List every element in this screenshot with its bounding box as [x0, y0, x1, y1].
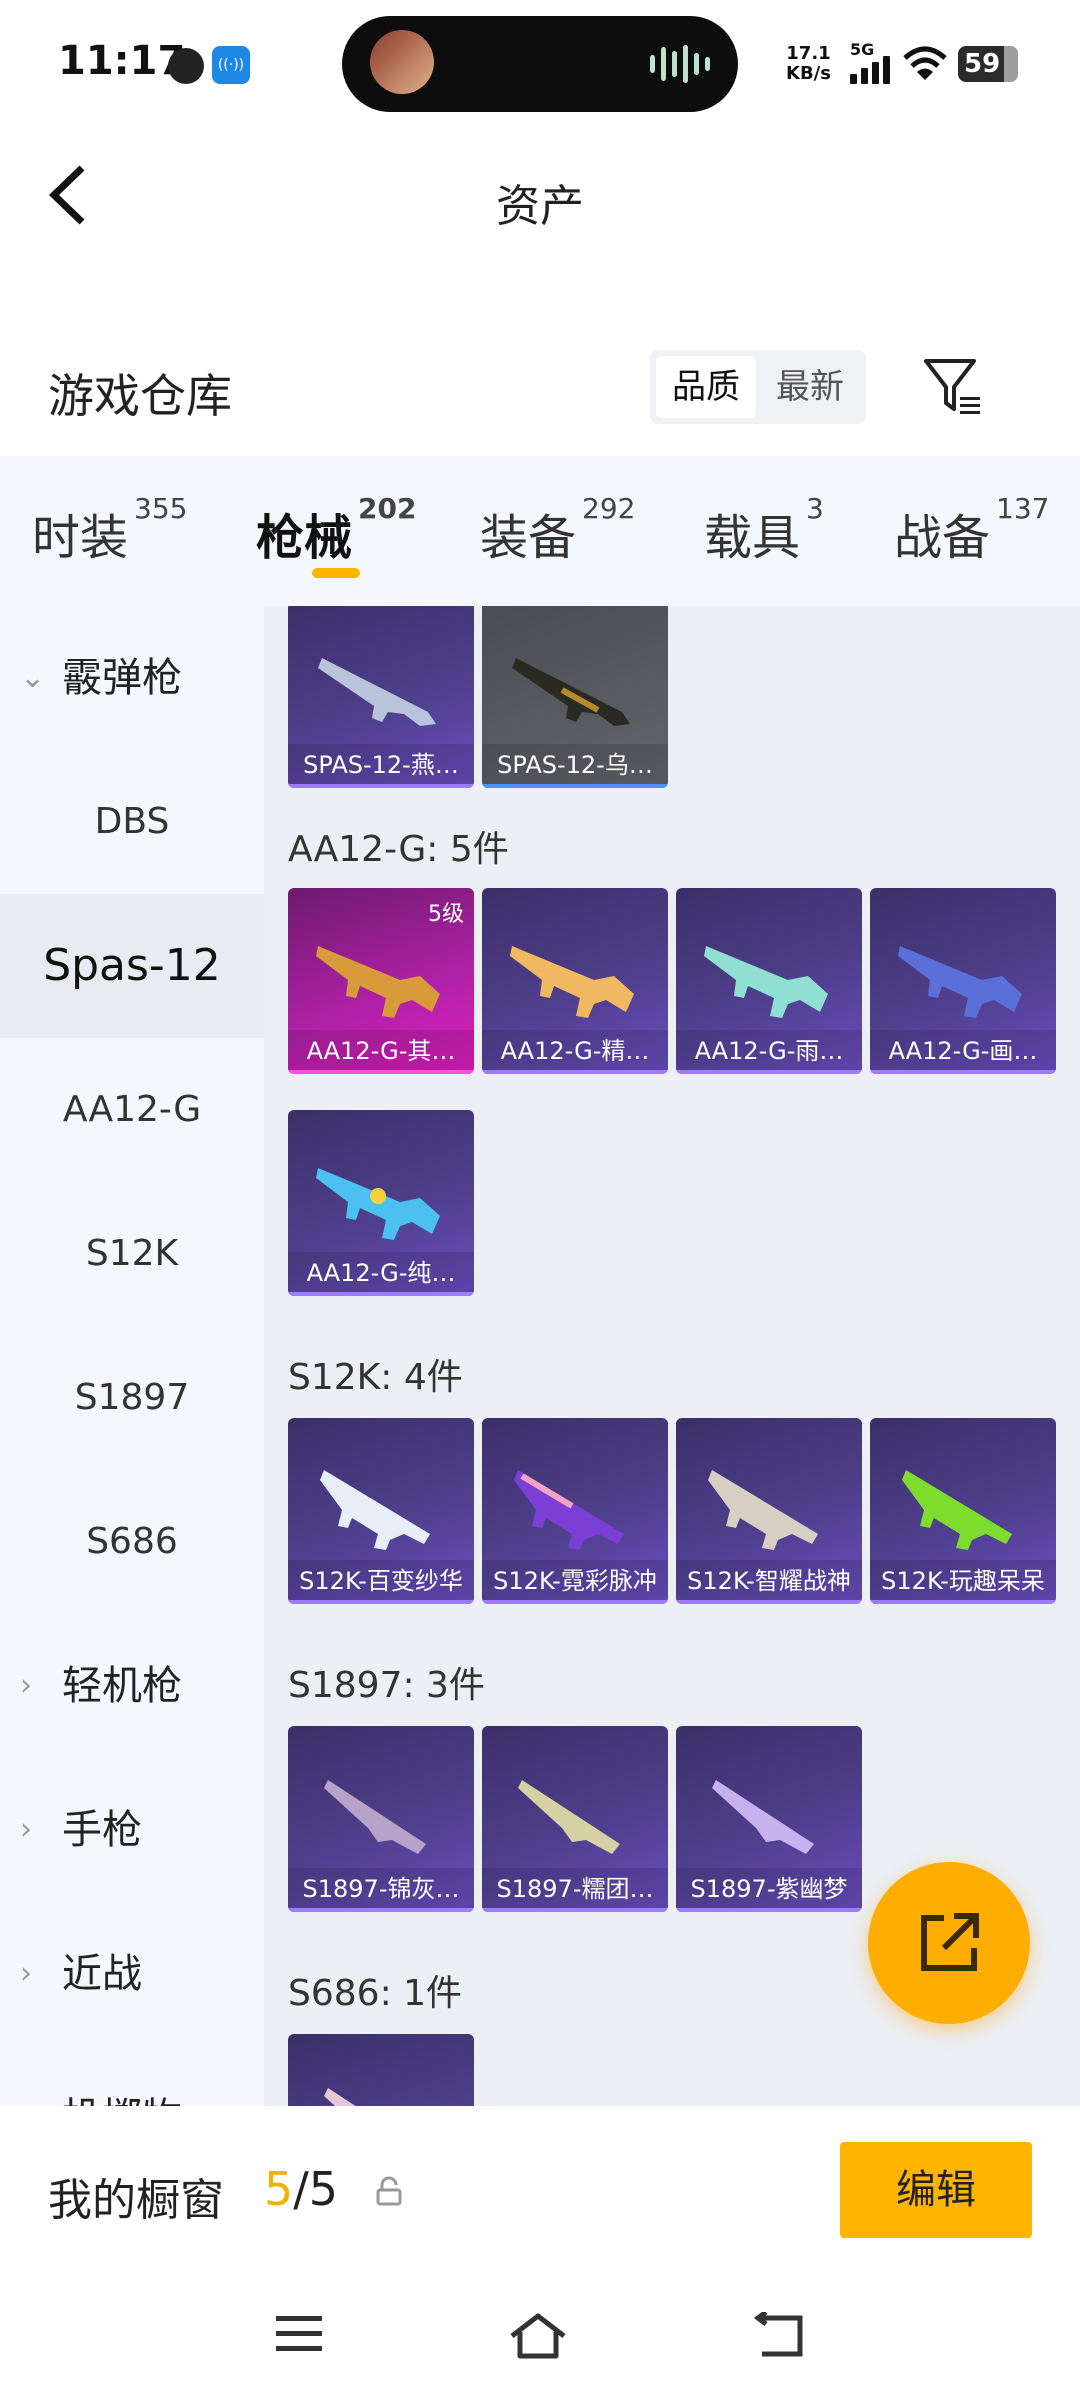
sidebar-item-throwable[interactable]: › 投掷物 — [0, 2046, 264, 2106]
sidebar-item-dbs[interactable]: DBS — [0, 750, 264, 894]
lock-icon — [376, 2176, 402, 2206]
tab-equipment[interactable]: 装备292 — [480, 492, 635, 568]
group-label-s1897: S1897: 3件 — [288, 1665, 485, 1706]
sidebar-item-s1897[interactable]: S1897 — [0, 1326, 264, 1470]
rifle-icon — [514, 1470, 624, 1550]
tab-guns[interactable]: 枪械202 — [256, 492, 416, 568]
group-label-s12k: S12K: 4件 — [288, 1357, 463, 1398]
shotgun-icon — [518, 1780, 620, 1854]
sidebar-item-s12k[interactable]: S12K — [0, 1182, 264, 1326]
group-label-aa12g: AA12-G: 5件 — [288, 829, 509, 870]
chevron-right-icon: › — [20, 2046, 32, 2106]
weapon-card[interactable]: S12K-霓彩脉冲 — [482, 1418, 668, 1604]
rifle-icon — [704, 946, 828, 1018]
share-icon — [921, 1913, 979, 1971]
sort-toggle: 品质 最新 — [650, 350, 866, 424]
showcase-count: 5/5 — [264, 2162, 339, 2216]
chevron-right-icon: › — [20, 1956, 32, 1991]
broadcast-icon: ((·)) — [212, 46, 250, 84]
weapon-card[interactable]: AA12-G-纯… — [288, 1110, 474, 1296]
weapon-card[interactable]: SPAS-12-燕… — [288, 606, 474, 788]
category-tabs: 时装355 枪械202 装备292 载具3 战备137 — [0, 456, 1080, 606]
weapon-card[interactable] — [288, 2034, 474, 2106]
tab-vehicles[interactable]: 载具3 — [704, 492, 824, 568]
edit-button[interactable]: 编辑 — [840, 2142, 1032, 2238]
media-avatar-icon — [370, 30, 434, 94]
weapon-card[interactable]: S12K-百变纱华 — [288, 1418, 474, 1604]
sidebar-item-lmg[interactable]: › 轻机枪 — [0, 1614, 264, 1758]
sort-newest-button[interactable]: 最新 — [760, 356, 860, 418]
active-tab-indicator — [312, 568, 360, 578]
shotgun-icon — [318, 658, 436, 726]
rifle-icon — [510, 946, 634, 1018]
rifle-icon — [316, 1168, 440, 1240]
battery-icon: 59 — [958, 46, 1018, 82]
weapon-card[interactable]: S12K-玩趣呆呆 — [870, 1418, 1056, 1604]
chevron-down-icon: ⌄ — [20, 660, 46, 695]
weapon-card[interactable]: AA12-G-雨… — [676, 888, 862, 1074]
tab-supplies[interactable]: 战备137 — [894, 492, 1049, 568]
weapon-card[interactable]: AA12-G-精… — [482, 888, 668, 1074]
rifle-icon — [320, 1470, 430, 1550]
weapon-card[interactable]: S1897-紫幽梦 — [676, 1726, 862, 1912]
sidebar-item-aa12g[interactable]: AA12-G — [0, 1038, 264, 1182]
sidebar-item-melee[interactable]: › 近战 — [0, 1902, 264, 2046]
weapon-card[interactable]: SPAS-12-乌… — [482, 606, 668, 788]
sidebar-item-spas12[interactable]: Spas-12 — [0, 894, 264, 1038]
weapon-card[interactable]: S12K-智耀战神 — [676, 1418, 862, 1604]
page-title: 资产 — [496, 181, 584, 232]
share-button[interactable] — [868, 1862, 1030, 2024]
chevron-right-icon: › — [20, 1668, 32, 1703]
rifle-icon — [898, 946, 1022, 1018]
back-nav-icon[interactable] — [752, 2312, 806, 2360]
weapon-card[interactable]: S1897-糯团… — [482, 1726, 668, 1912]
app-notification-icon — [168, 48, 204, 84]
rifle-icon — [902, 1470, 1012, 1550]
sidebar-item-s686[interactable]: S686 — [0, 1470, 264, 1614]
group-label-s686: S686: 1件 — [288, 1973, 463, 2014]
menu-icon[interactable] — [274, 2312, 324, 2356]
showcase-label: 我的橱窗 — [48, 2175, 224, 2226]
weapon-card[interactable]: S1897-锦灰… — [288, 1726, 474, 1912]
shotgun-icon — [324, 1780, 426, 1854]
rifle-icon — [708, 1470, 818, 1550]
shotgun-icon — [512, 658, 630, 726]
home-icon[interactable] — [508, 2312, 568, 2360]
weapon-type-sidebar: ⌄ 霰弹枪 DBS Spas-12 AA12-G S12K S1897 S686… — [0, 606, 264, 2106]
shotgun-icon — [712, 1780, 814, 1854]
rifle-icon — [316, 946, 440, 1018]
weapon-card[interactable]: AA12-G-画… — [870, 888, 1056, 1074]
shotgun-icon — [324, 2088, 356, 2106]
sidebar-item-shotgun[interactable]: ⌄ 霰弹枪 — [0, 606, 264, 750]
network-speed: 17.1 KB/s — [786, 43, 831, 84]
signal-icon — [850, 56, 892, 84]
sort-quality-button[interactable]: 品质 — [656, 356, 756, 418]
tab-fashion[interactable]: 时装355 — [32, 492, 187, 568]
weapon-card[interactable]: 5级 AA12-G-其… — [288, 888, 474, 1074]
sidebar-item-pistol[interactable]: › 手枪 — [0, 1758, 264, 1902]
filter-icon[interactable] — [920, 355, 984, 419]
wifi-icon — [903, 46, 947, 80]
warehouse-title: 游戏仓库 — [48, 369, 232, 423]
status-time: 11:17 — [58, 38, 186, 84]
chevron-right-icon: › — [20, 1812, 32, 1847]
audio-wave-icon — [650, 44, 710, 84]
